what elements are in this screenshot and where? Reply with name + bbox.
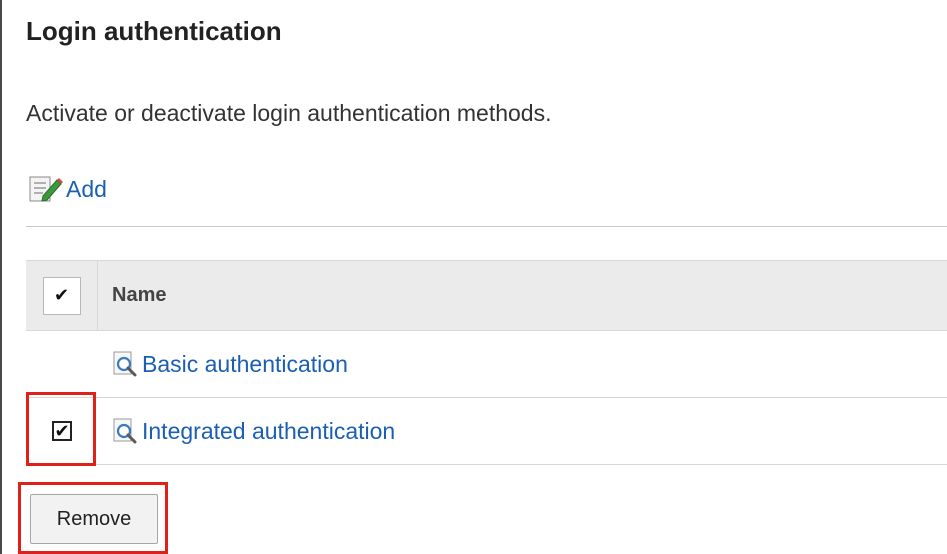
- table-row: Basic authentication: [26, 331, 947, 398]
- table-row: ✔ Integrated authentication: [26, 398, 947, 465]
- select-all-button[interactable]: ✔: [42, 276, 81, 315]
- basic-authentication-label: Basic authentication: [142, 350, 348, 377]
- page-title: Login authentication: [26, 16, 282, 46]
- name-column-header: Name: [98, 261, 947, 330]
- page-description: Activate or deactivate login authenticat…: [26, 100, 552, 126]
- magnifier-icon: [112, 418, 138, 444]
- select-all-cell: ✔: [26, 261, 98, 330]
- divider: [26, 226, 947, 227]
- content-frame: Login authentication Activate or deactiv…: [0, 0, 947, 554]
- remove-button[interactable]: Remove: [30, 494, 158, 544]
- auth-methods-table: ✔ Name Basic authentication ✔ Integrated…: [26, 260, 947, 465]
- row-name-cell: Basic authentication: [98, 331, 947, 397]
- row-name-cell: Integrated authentication: [98, 398, 947, 464]
- row-checkbox-integrated[interactable]: ✔: [52, 421, 72, 441]
- integrated-authentication-label: Integrated authentication: [142, 417, 396, 444]
- add-link[interactable]: Add: [26, 172, 107, 206]
- name-column-label: Name: [112, 284, 167, 306]
- row-check-cell: ✔: [26, 398, 98, 464]
- row-check-cell: [26, 331, 98, 397]
- add-label: Add: [66, 175, 107, 202]
- edit-note-icon: [26, 174, 66, 204]
- basic-authentication-link[interactable]: Basic authentication: [112, 351, 348, 378]
- integrated-authentication-link[interactable]: Integrated authentication: [112, 418, 395, 445]
- table-header-row: ✔ Name: [26, 261, 947, 331]
- row-checkbox-basic: [52, 354, 72, 374]
- magnifier-icon: [112, 351, 138, 377]
